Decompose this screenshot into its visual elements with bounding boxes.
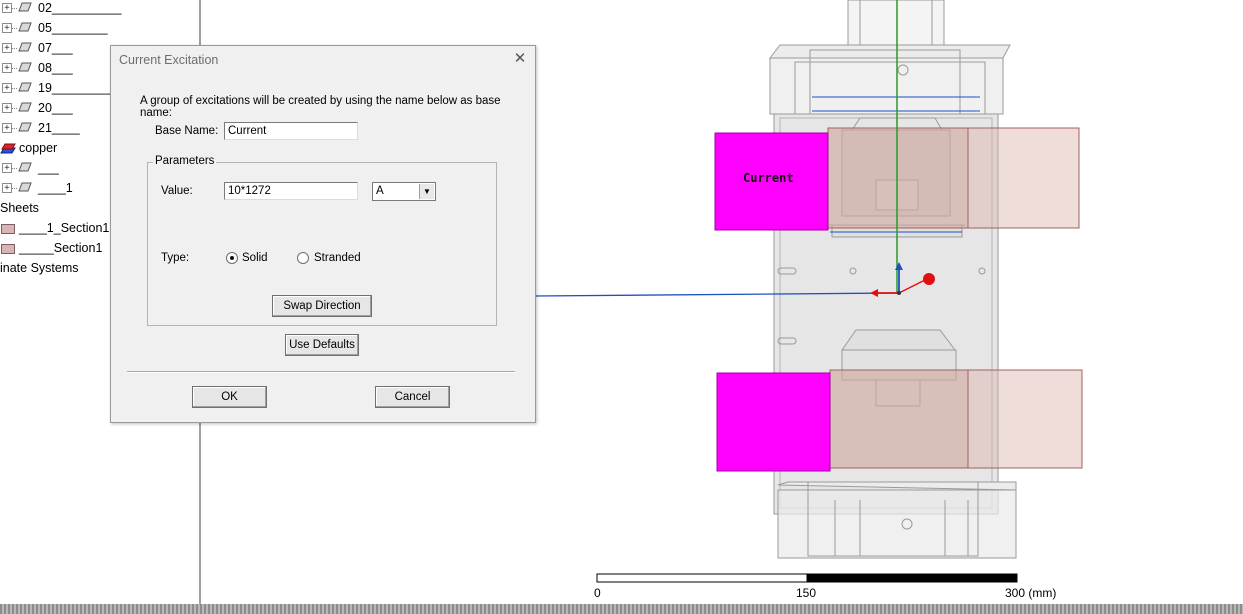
solid-object-icon <box>18 182 32 192</box>
scale-tick-300: 300 (mm) <box>1005 586 1057 600</box>
solid-object-icon <box>18 2 32 12</box>
type-solid-label[interactable]: Solid <box>242 252 268 264</box>
dialog-title: Current Excitation <box>119 53 219 67</box>
dropdown-arrow-icon[interactable]: ▼ <box>419 184 434 199</box>
excitation-label: Current <box>743 171 794 185</box>
material-group-icon <box>0 143 16 154</box>
tree-item-label: _____Section1 <box>19 241 103 255</box>
solid-object-icon <box>18 162 32 172</box>
dialog-description: A group of excitations will be created b… <box>140 95 501 119</box>
tree-item-label: 08___ <box>38 61 73 75</box>
dialog-separator <box>127 371 515 373</box>
solid-object-icon <box>18 102 32 112</box>
value-label: Value: <box>161 185 193 197</box>
type-stranded-label[interactable]: Stranded <box>314 252 361 264</box>
tree-item-label: 20___ <box>38 101 73 115</box>
type-solid-radio[interactable] <box>226 252 238 264</box>
tree-item-label: 07___ <box>38 41 73 55</box>
cancel-button[interactable]: Cancel <box>375 386 450 408</box>
sheet-icon <box>1 224 15 234</box>
scale-tick-0: 0 <box>594 586 601 600</box>
solid-object-icon <box>18 82 32 92</box>
base-name-input[interactable] <box>224 122 358 140</box>
solid-object-icon <box>18 62 32 72</box>
type-label: Type: <box>161 252 190 264</box>
ok-button[interactable]: OK <box>192 386 267 408</box>
unit-select[interactable]: A ▼ <box>372 182 436 201</box>
current-excitation-dialog: Current Excitation ✕ A group of excitati… <box>110 45 536 423</box>
swap-direction-button[interactable]: Swap Direction <box>272 295 372 317</box>
tree-item[interactable]: + 02__________ <box>0 0 199 18</box>
tree-item-label: 21____ <box>38 121 80 135</box>
close-icon[interactable]: ✕ <box>511 50 529 68</box>
tree-item-label: copper <box>19 141 58 155</box>
tree-item-label: ____1 <box>38 181 73 195</box>
type-stranded-radio[interactable] <box>297 252 309 264</box>
status-strip <box>0 604 1243 614</box>
sheet-icon <box>1 244 15 254</box>
scale-tick-150: 150 <box>796 586 817 600</box>
tree-folder-label: inate Systems <box>0 261 79 275</box>
tree-folder-label: Sheets <box>0 201 39 215</box>
tree-item-label: 05________ <box>38 21 108 35</box>
parameters-group-label: Parameters <box>153 155 217 167</box>
value-input[interactable] <box>224 182 358 200</box>
solid-object-icon <box>18 22 32 32</box>
base-name-label: Base Name: <box>155 125 219 137</box>
tree-item-label: ____1_Section1 <box>19 221 110 235</box>
solid-object-icon <box>18 122 32 132</box>
unit-select-value: A <box>376 185 384 197</box>
tree-item-label: 02__________ <box>38 1 122 15</box>
tree-item[interactable]: + 05________ <box>0 18 199 38</box>
solid-object-icon <box>18 42 32 52</box>
tree-item-label: 19__________ <box>38 81 122 95</box>
tree-item-label: ___ <box>38 161 59 175</box>
use-defaults-button[interactable]: Use Defaults <box>285 334 359 356</box>
